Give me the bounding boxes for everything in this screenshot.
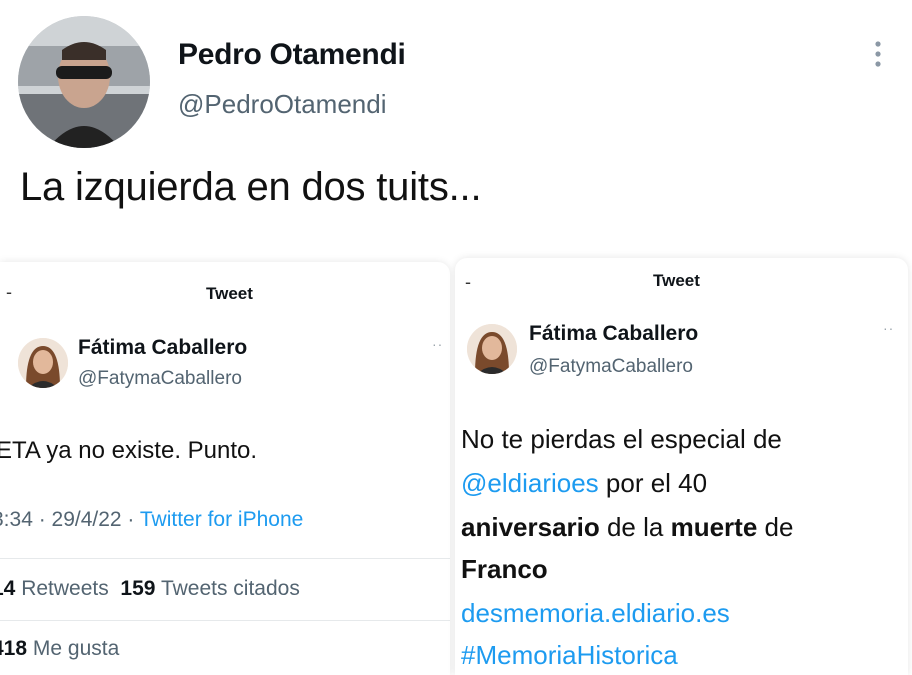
avatar[interactable] xyxy=(467,324,517,374)
author-name[interactable]: Fátima Caballero xyxy=(78,336,247,360)
author-handle[interactable]: @PedroOtamendi xyxy=(178,89,387,120)
tweet-timestamp: 3:34 · 29/4/22 · Twitter for iPhone xyxy=(0,508,303,532)
quotes-count[interactable]: 159 xyxy=(120,577,155,600)
url-link[interactable]: desmemoria.eldiario.es xyxy=(461,598,730,629)
divider xyxy=(0,620,450,621)
likes-label: Me gusta xyxy=(32,637,120,660)
bold-word: aniversario xyxy=(461,512,600,542)
avatar-photo xyxy=(467,324,517,374)
likes-count: 418 xyxy=(0,637,28,660)
back-arrow-icon[interactable]: - xyxy=(6,282,12,303)
header-title: Tweet xyxy=(653,271,700,290)
quotes-label[interactable]: Tweets citados xyxy=(161,577,300,600)
tweet-text-line: @eldiarioes por el 40 xyxy=(461,468,707,499)
tweet-text-line: aniversario de la muerte de xyxy=(461,512,793,543)
hashtag-link[interactable]: #MemoriaHistorica xyxy=(461,640,678,671)
engagement-stats: 14 Retweets 159 Tweets citados xyxy=(0,577,300,601)
author-name[interactable]: Fátima Caballero xyxy=(529,322,698,346)
embedded-tweet-left[interactable]: - Tweet Fátima Caballero @FatymaCaballer… xyxy=(0,262,450,675)
likes-stat[interactable]: 418 Me gusta xyxy=(0,637,119,661)
tweet-text: La izquierda en dos tuits... xyxy=(20,165,482,209)
tweet-text-line: Franco xyxy=(461,554,548,585)
tweet-source-link[interactable]: Twitter for iPhone xyxy=(140,508,303,531)
header-title: Tweet xyxy=(206,284,253,303)
retweets-count[interactable]: 14 xyxy=(0,577,15,600)
more-horizontal-icon[interactable]: ·· xyxy=(432,336,443,352)
tweet-text-fragment: de la xyxy=(599,512,671,542)
author-handle[interactable]: @FatymaCaballero xyxy=(78,368,242,390)
author-handle[interactable]: @FatymaCaballero xyxy=(529,356,693,378)
embedded-tweet-right[interactable]: - Tweet Fátima Caballero @FatymaCaballer… xyxy=(455,258,908,675)
tweet-text-fragment: por el 40 xyxy=(598,468,708,498)
back-arrow-icon[interactable]: - xyxy=(465,272,471,293)
tweet-text: ETA ya no existe. Punto. xyxy=(0,437,258,464)
bold-word: muerte xyxy=(670,512,758,542)
more-vertical-icon[interactable] xyxy=(866,36,890,76)
divider xyxy=(0,558,450,559)
mention-link[interactable]: @eldiarioes xyxy=(461,468,599,498)
avatar-photo xyxy=(18,16,150,148)
author-name[interactable]: Pedro Otamendi xyxy=(178,38,406,72)
avatar[interactable] xyxy=(18,338,68,388)
bold-word: Franco xyxy=(461,554,548,584)
tweet-text-line: No te pierdas el especial de xyxy=(461,424,782,454)
more-horizontal-icon[interactable]: ·· xyxy=(883,320,894,336)
avatar-photo xyxy=(18,338,68,388)
retweets-label[interactable]: Retweets xyxy=(21,577,109,600)
avatar[interactable] xyxy=(18,16,150,148)
timestamp-text: 3:34 · 29/4/22 · xyxy=(0,508,140,531)
tweet-text-fragment: de xyxy=(757,512,794,542)
